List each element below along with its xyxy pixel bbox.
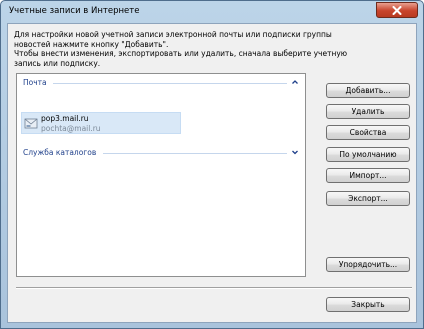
properties-button[interactable]: Свойства bbox=[326, 125, 410, 140]
group-divider bbox=[53, 83, 287, 84]
account-email: pochta@mail.ru bbox=[41, 124, 101, 133]
import-button[interactable]: Импорт... bbox=[326, 168, 410, 183]
dialog-body: Для настройки новой учетной записи элект… bbox=[7, 23, 417, 323]
footer-separator bbox=[16, 287, 412, 289]
order-button[interactable]: Упорядочить... bbox=[326, 257, 410, 272]
close-button[interactable]: Закрыть bbox=[326, 297, 410, 312]
export-button[interactable]: Экспорт... bbox=[326, 191, 410, 206]
chevron-up-icon[interactable] bbox=[291, 78, 299, 86]
instructions-line: новостей нажмите кнопку "Добавить". bbox=[14, 39, 169, 49]
group-label-mail: Почта bbox=[23, 78, 47, 87]
dialog-window: Учетные записи в Интернете Для настройки… bbox=[0, 0, 424, 329]
mail-account-icon bbox=[24, 118, 38, 129]
remove-button[interactable]: Удалить bbox=[326, 104, 410, 119]
close-icon bbox=[392, 5, 402, 15]
instructions-line: Для настройки новой учетной записи элект… bbox=[14, 30, 332, 39]
add-button[interactable]: Добавить... bbox=[326, 83, 410, 98]
title-bar[interactable]: Учетные записи в Интернете bbox=[1, 1, 423, 21]
set-default-button[interactable]: По умолчанию bbox=[326, 147, 410, 162]
instructions-text: Для настройки новой учетной записи элект… bbox=[14, 30, 348, 68]
chevron-down-icon[interactable] bbox=[291, 148, 299, 156]
instructions-line: запись или подписку. bbox=[14, 58, 101, 68]
instructions-line: Чтобы внести изменения, экспортировать и… bbox=[14, 49, 348, 58]
group-divider bbox=[103, 153, 287, 154]
group-header-directory[interactable]: Служба каталогов bbox=[23, 148, 299, 158]
account-server: pop3.mail.ru bbox=[41, 114, 89, 123]
accounts-list[interactable]: Почта pop3.mail.ru pochta@mail.ru Служба… bbox=[16, 73, 306, 277]
group-label-directory: Служба каталогов bbox=[23, 148, 97, 157]
group-header-mail[interactable]: Почта bbox=[23, 78, 299, 88]
window-title: Учетные записи в Интернете bbox=[9, 6, 140, 16]
close-window-button[interactable] bbox=[376, 2, 418, 18]
account-list-item[interactable]: pop3.mail.ru pochta@mail.ru bbox=[21, 112, 181, 134]
